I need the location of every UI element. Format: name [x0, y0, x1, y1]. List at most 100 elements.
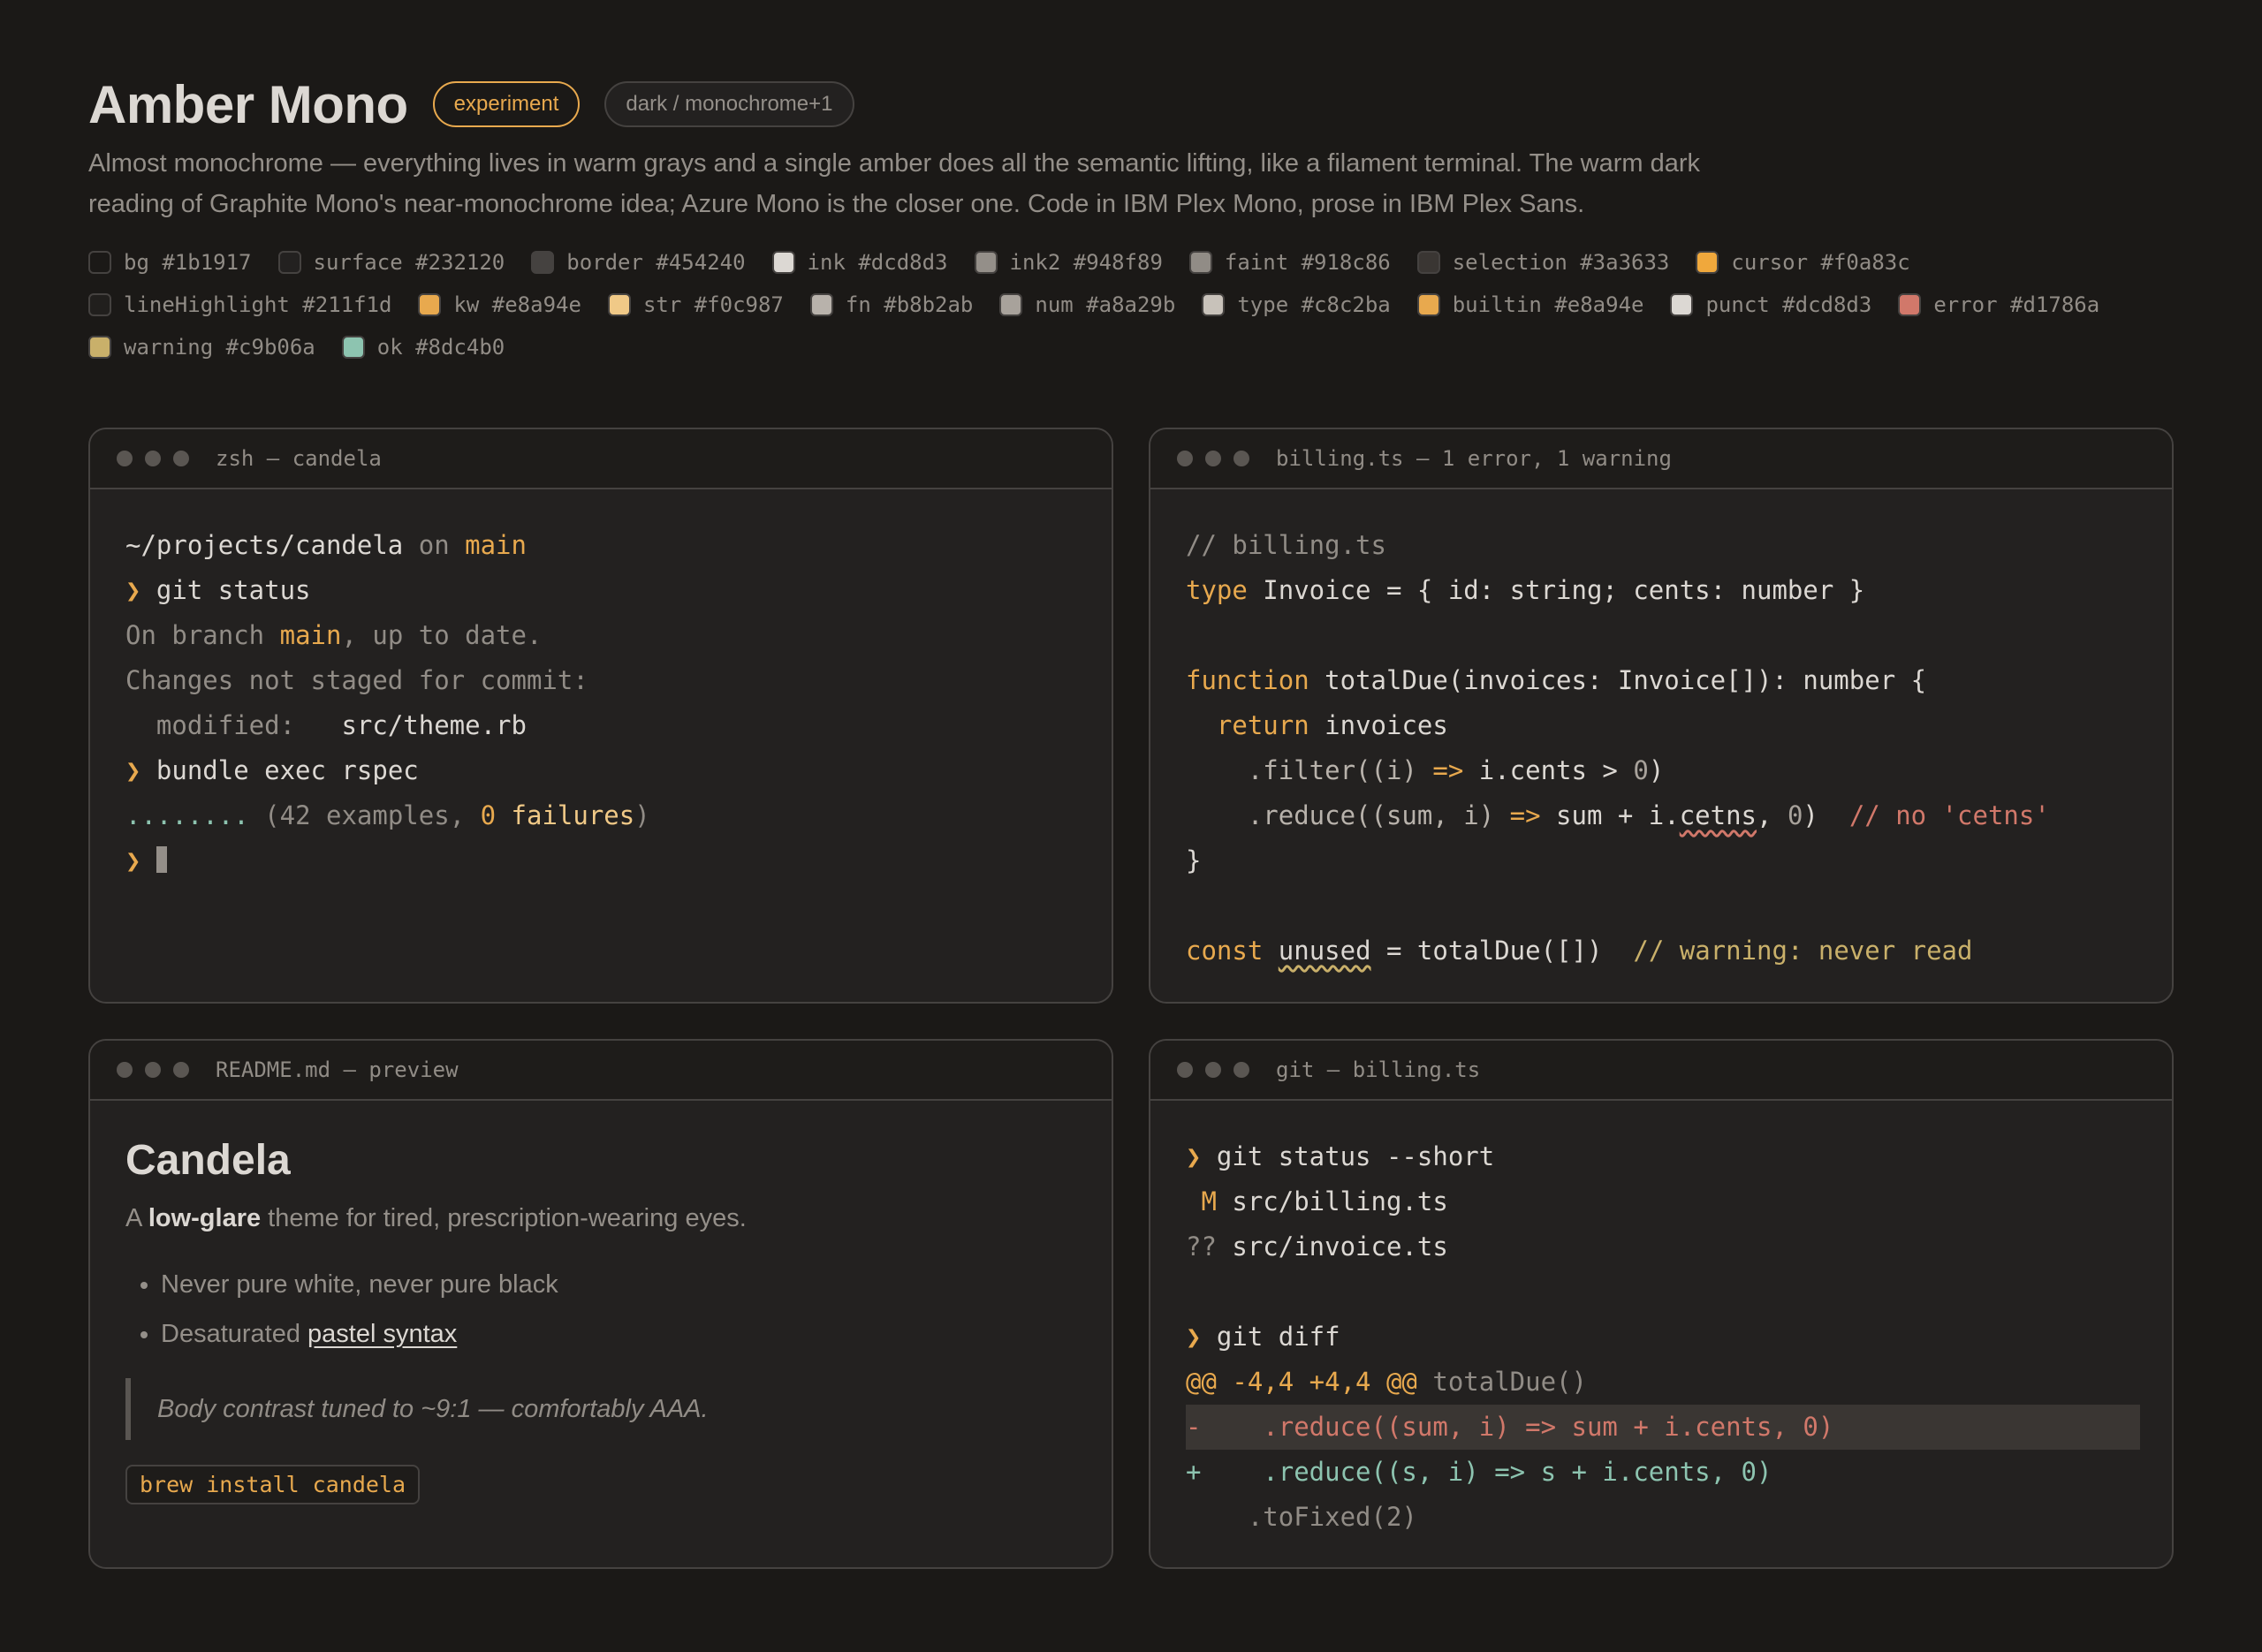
code-text: sum + i.: [1540, 800, 1680, 830]
color-chip: [1416, 293, 1440, 316]
terminal-line: ........ (42 examples, 0 failures): [125, 793, 1076, 838]
code-text: ): [1803, 800, 1849, 830]
swatch-label: type #c8c2ba: [1237, 292, 1391, 317]
warning-comment: // warning: never read: [1633, 936, 1973, 966]
terminal-line: ❯ git status: [125, 568, 1076, 613]
window-zoom-dot[interactable]: [1233, 1062, 1249, 1078]
code-text: .filter((i): [1186, 755, 1433, 785]
window-zoom-dot[interactable]: [1233, 451, 1249, 466]
diff-deleted-line: - .reduce((sum, i) => sum + i.cents, 0): [1186, 1405, 2140, 1450]
editor-body[interactable]: // billing.ts type Invoice = { id: strin…: [1150, 489, 2172, 974]
theme-description: Almost monochrome — everything lives in …: [88, 149, 1700, 218]
git-body[interactable]: ❯ git status --short M src/billing.ts ??…: [1150, 1101, 2172, 1540]
experiment-badge: experiment: [432, 81, 581, 127]
pastel-syntax-link[interactable]: pastel syntax: [307, 1320, 457, 1348]
test-dots: ........: [125, 800, 249, 830]
window-minimize-dot[interactable]: [145, 1062, 161, 1078]
git-line-empty: [1186, 1269, 2137, 1315]
paragraph-text: theme for tired, prescription-wearing ey…: [261, 1204, 747, 1232]
window-close-dot[interactable]: [1177, 451, 1193, 466]
prompt-glyph: ❯: [1186, 1141, 1217, 1171]
file-path: src/invoice.ts: [1216, 1231, 1448, 1262]
swatch-label: surface #232120: [313, 250, 505, 275]
window-zoom-dot[interactable]: [173, 451, 189, 466]
output-text: On branch: [125, 620, 280, 650]
keyword: function: [1186, 665, 1309, 695]
diff-added-line: + .reduce((s, i) => s + i.cents, 0): [1186, 1457, 1772, 1487]
terminal-line: On branch main, up to date.: [125, 613, 1076, 658]
theme-title: Amber Mono: [88, 74, 408, 134]
swatch-item: bg #1b1917: [88, 249, 252, 276]
git-line: ?? src/invoice.ts: [1186, 1224, 2137, 1269]
readme-panel: README.md — preview Candela A low-glare …: [88, 1039, 1113, 1569]
warning-squiggle[interactable]: unused: [1279, 936, 1371, 966]
code-text: totalDue(invoices: Invoice[]): number {: [1309, 665, 1927, 695]
git-line: M src/billing.ts: [1186, 1179, 2137, 1224]
swatch-label: kw #e8a94e: [453, 292, 581, 317]
mode-badge: dark / monochrome+1: [604, 81, 854, 127]
terminal-body[interactable]: ~/projects/candela on main ❯ git status …: [90, 489, 1112, 883]
swatch-item: error #d1786a: [1898, 292, 2099, 318]
window-zoom-dot[interactable]: [173, 1062, 189, 1078]
prompt-glyph: ❯: [125, 845, 156, 875]
color-chip: [277, 251, 301, 274]
readme-titlebar: README.md — preview: [90, 1041, 1112, 1101]
color-chip: [1202, 293, 1226, 316]
paragraph-text: A: [125, 1204, 148, 1232]
error-squiggle[interactable]: cetns: [1680, 800, 1757, 830]
swatch-label: lineHighlight #211f1d: [124, 292, 392, 317]
swatch-label: border #454240: [566, 250, 746, 275]
swatch-item: str #f0c987: [607, 292, 784, 318]
command: git diff: [1216, 1322, 1340, 1352]
readme-paragraph: A low-glare theme for tired, prescriptio…: [125, 1204, 1076, 1233]
command: git status: [156, 575, 311, 605]
preview-grid: zsh — candela ~/projects/candela on main…: [88, 428, 2174, 1569]
number-literal: 0: [1787, 800, 1803, 830]
window-close-dot[interactable]: [1177, 1062, 1193, 1078]
editor-title: billing.ts — 1 error, 1 warning: [1276, 446, 1672, 471]
readme-title: README.md — preview: [216, 1057, 459, 1082]
window-minimize-dot[interactable]: [145, 451, 161, 466]
code-text: = totalDue([]): [1370, 936, 1634, 966]
code-text: ,: [1757, 800, 1788, 830]
swatch-label: warning #c9b06a: [124, 335, 315, 360]
modified-label: modified:: [125, 710, 342, 740]
list-item-text: Desaturated: [161, 1320, 308, 1348]
window-minimize-dot[interactable]: [1205, 451, 1221, 466]
prompt-glyph: ❯: [1186, 1322, 1217, 1352]
color-chip: [1696, 251, 1719, 274]
color-chip: [341, 336, 365, 359]
keyword: type: [1186, 575, 1248, 605]
git-line: ❯ git diff: [1186, 1315, 2137, 1360]
install-command[interactable]: brew install candela: [125, 1465, 421, 1504]
swatch-label: error #d1786a: [1933, 292, 2100, 317]
swatch-label: selection #3a3633: [1452, 250, 1670, 275]
branch-name: main: [279, 620, 342, 650]
code-line: const unused = totalDue([]) // warning: …: [1186, 928, 2137, 974]
color-chip: [88, 293, 111, 316]
color-chip: [418, 293, 442, 316]
editor-titlebar: billing.ts — 1 error, 1 warning: [1150, 429, 2172, 489]
window-close-dot[interactable]: [117, 1062, 133, 1078]
swatch-label: faint #918c86: [1224, 250, 1391, 275]
window-minimize-dot[interactable]: [1205, 1062, 1221, 1078]
swatch-item: type #c8c2ba: [1202, 292, 1391, 318]
code-text: i.cents >: [1463, 755, 1634, 785]
header: Amber Mono experiment dark / monochrome+…: [88, 74, 2174, 134]
color-chip: [1188, 251, 1212, 274]
swatch-item: ink #dcd8d3: [771, 249, 948, 276]
arrow-operator: =>: [1432, 755, 1464, 785]
bold-text: low-glare: [148, 1204, 262, 1232]
terminal-line: ❯: [125, 838, 1076, 883]
code-line: type Invoice = { id: string; cents: numb…: [1186, 568, 2137, 613]
window-close-dot[interactable]: [117, 451, 133, 466]
theme-page: Amber Mono experiment dark / monochrome+…: [0, 0, 2262, 1652]
readme-list: Never pure white, never pure black Desat…: [125, 1260, 1076, 1359]
swatch-item: lineHighlight #211f1d: [88, 292, 391, 318]
readme-blockquote: Body contrast tuned to ~9:1 — comfortabl…: [125, 1378, 1076, 1440]
modified-file: src/theme.rb: [341, 710, 527, 740]
terminal-titlebar: zsh — candela: [90, 429, 1112, 489]
swatch-label: ink2 #948f89: [1009, 250, 1163, 275]
terminal-line: ~/projects/candela on main: [125, 523, 1076, 568]
